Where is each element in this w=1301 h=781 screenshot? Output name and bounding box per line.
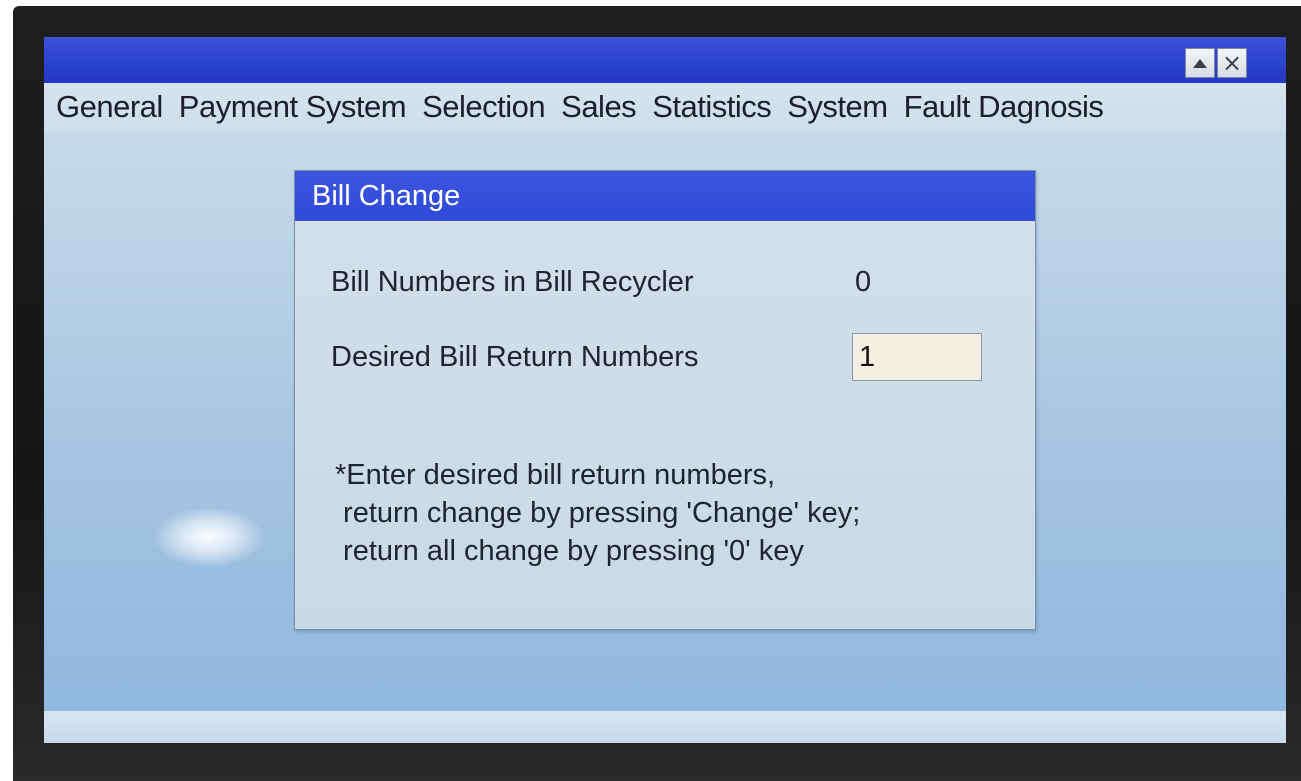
screen: × General Payment System Selection Sales… [44,37,1286,743]
menu-bar: General Payment System Selection Sales S… [44,83,1286,131]
menu-item-selection[interactable]: Selection [413,89,552,125]
menu-item-payment-system[interactable]: Payment System [170,89,413,125]
return-count-input[interactable] [852,333,982,381]
close-button[interactable]: × [1217,48,1247,78]
close-icon: × [1221,49,1243,77]
status-bar [44,711,1286,743]
return-count-label: Desired Bill Return Numbers [331,341,699,373]
instruction-line-1: *Enter desired bill return numbers, [335,459,776,491]
instruction-line-3: return all change by pressing '0' key [335,535,804,567]
bill-change-dialog: Bill Change Bill Numbers in Bill Recycle… [294,170,1036,630]
menu-item-fault-diagnosis[interactable]: Fault Dagnosis [895,89,1111,125]
recycler-count-value: 0 [855,266,872,298]
instructions-text: *Enter desired bill return numbers, retu… [335,456,860,570]
menu-item-general[interactable]: General [44,89,170,125]
menu-item-statistics[interactable]: Statistics [643,89,778,125]
instruction-line-2: return change by pressing 'Change' key; [335,497,861,529]
window-titlebar: × [44,37,1286,83]
menu-item-system[interactable]: System [778,89,894,125]
recycler-count-label: Bill Numbers in Bill Recycler [331,266,694,298]
triangle-up-icon [1193,58,1207,68]
dialog-title: Bill Change [295,171,1035,221]
menu-item-sales[interactable]: Sales [552,89,643,125]
scroll-up-button[interactable] [1185,48,1215,78]
screen-reflection [154,507,264,567]
